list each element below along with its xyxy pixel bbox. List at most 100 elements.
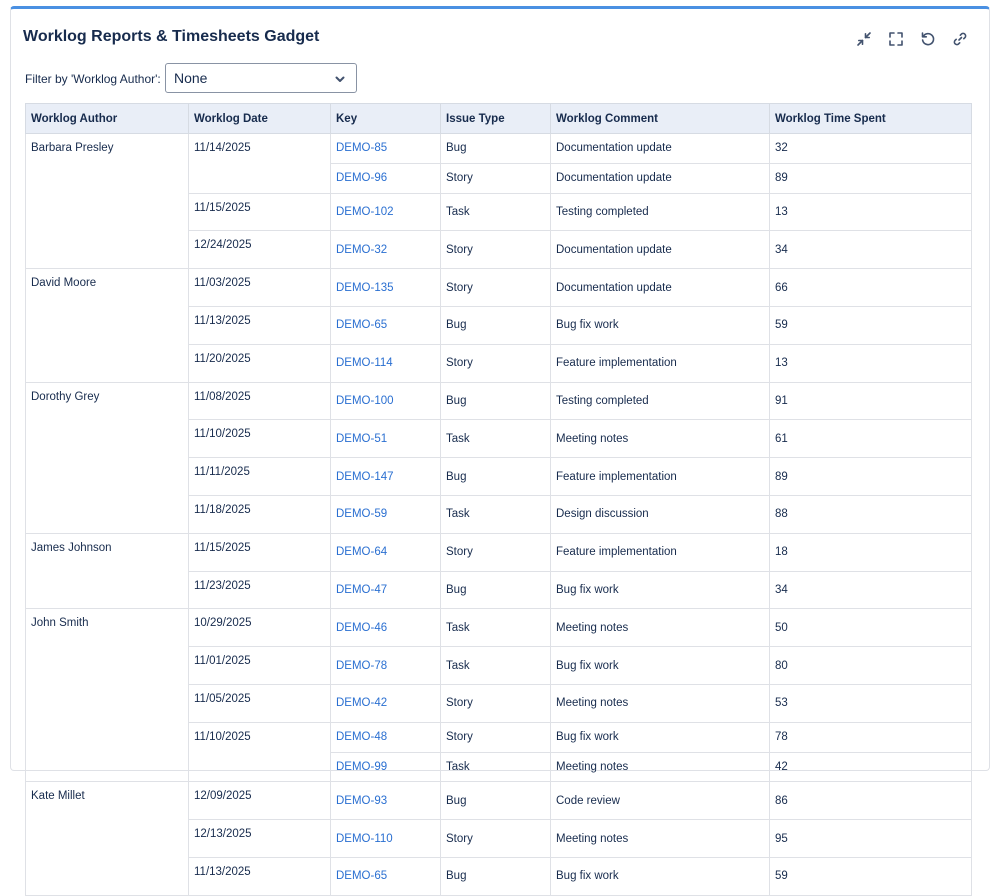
cell-worklog-author: Dorothy Grey	[25, 381, 189, 534]
cell-issue-key-link[interactable]: DEMO-51	[330, 419, 441, 459]
cell-worklog-date: 12/13/2025	[188, 819, 331, 858]
cell-issue-type: Story	[440, 532, 551, 572]
header-worklog-date[interactable]: Worklog Date	[188, 103, 331, 134]
cell-issue-key-link[interactable]: DEMO-93	[330, 781, 441, 821]
cell-issue-type: Task	[440, 494, 551, 534]
cell-worklog-time-spent: 42	[769, 751, 972, 783]
cell-issue-key-link[interactable]: DEMO-42	[330, 683, 441, 723]
cell-worklog-time-spent: 80	[769, 646, 972, 685]
cell-worklog-comment: Meeting notes	[550, 419, 770, 459]
table-row: John Smith 10/29/2025 DEMO-46 Task Meeting n…	[25, 608, 972, 783]
cell-issue-type: Task	[440, 419, 551, 459]
cell-issue-type: Story	[440, 162, 551, 194]
cell-issue-key-link[interactable]: DEMO-46	[330, 608, 441, 648]
cell-worklog-time-spent: 53	[769, 683, 972, 723]
header-key[interactable]: Key	[330, 103, 441, 134]
table-row: David Moore 11/03/2025 DEMO-135 Story Docume…	[25, 268, 972, 383]
cell-worklog-date: 11/08/2025	[188, 381, 331, 421]
cell-issue-key-link[interactable]: DEMO-32	[330, 230, 441, 270]
cell-issue-key-link[interactable]: DEMO-147	[330, 457, 441, 496]
header-worklog-comment[interactable]: Worklog Comment	[550, 103, 770, 134]
cell-issue-type: Story	[440, 683, 551, 723]
cell-worklog-time-spent: 95	[769, 819, 972, 858]
cell-worklog-time-spent: 34	[769, 570, 972, 610]
cell-worklog-time-spent: 86	[769, 781, 972, 821]
cell-worklog-time-spent: 89	[769, 162, 972, 194]
cell-worklog-author: James Johnson	[25, 532, 189, 610]
refresh-icon[interactable]	[917, 28, 939, 50]
cell-issue-type: Task	[440, 751, 551, 783]
cell-issue-key-link[interactable]: DEMO-99	[330, 751, 441, 783]
filter-label: Filter by 'Worklog Author':	[25, 72, 161, 86]
cell-issue-key-link[interactable]: DEMO-85	[330, 133, 441, 164]
cell-worklog-date: 11/01/2025	[188, 646, 331, 685]
cell-issue-type: Bug	[440, 305, 551, 345]
cell-worklog-comment: Meeting notes	[550, 751, 770, 783]
cell-issue-type: Task	[440, 646, 551, 685]
cell-worklog-author: Barbara Presley	[25, 132, 189, 270]
cell-issue-key-link[interactable]: DEMO-135	[330, 268, 441, 307]
cell-issue-key-link[interactable]: DEMO-65	[330, 305, 441, 345]
cell-worklog-time-spent: 89	[769, 457, 972, 496]
header-worklog-time-spent[interactable]: Worklog Time Spent	[769, 103, 972, 134]
table-body: Barbara Presley 11/14/2025 DEMO-85 Bug Docum…	[25, 132, 972, 896]
cell-issue-key-link[interactable]: DEMO-114	[330, 343, 441, 383]
cell-issue-type: Story	[440, 721, 551, 753]
cell-worklog-time-spent: 78	[769, 721, 972, 753]
cell-issue-type: Story	[440, 343, 551, 383]
cell-worklog-comment: Documentation update	[550, 230, 770, 270]
cell-issue-type: Bug	[440, 133, 551, 164]
table-row: Barbara Presley 11/14/2025 DEMO-85 Bug Docum…	[25, 132, 972, 270]
cell-worklog-time-spent: 88	[769, 494, 972, 534]
cell-issue-key-link[interactable]: DEMO-78	[330, 646, 441, 685]
cell-worklog-time-spent: 50	[769, 608, 972, 648]
cell-issue-type: Bug	[440, 457, 551, 496]
cell-issue-type: Story	[440, 819, 551, 858]
cell-worklog-date: 11/15/2025	[188, 532, 331, 572]
cell-worklog-time-spent: 34	[769, 230, 972, 270]
cell-issue-key-link[interactable]: DEMO-65	[330, 856, 441, 896]
cell-issue-key-link[interactable]: DEMO-100	[330, 381, 441, 421]
cell-worklog-comment: Bug fix work	[550, 721, 770, 753]
worklog-gadget: Worklog Reports & Timesheets Gadget Filt…	[10, 6, 990, 896]
cell-worklog-date: 11/10/2025	[188, 721, 331, 783]
cell-worklog-comment: Bug fix work	[550, 570, 770, 610]
cell-worklog-author: Kate Millet	[25, 781, 189, 896]
fullscreen-icon[interactable]	[885, 28, 907, 50]
cell-worklog-time-spent: 59	[769, 305, 972, 345]
collapse-icon[interactable]	[853, 28, 875, 50]
cell-issue-type: Task	[440, 192, 551, 232]
table-row: James Johnson 11/15/2025 DEMO-64 Story Featu…	[25, 532, 972, 610]
header-issue-type[interactable]: Issue Type	[440, 103, 551, 134]
cell-worklog-date: 11/11/2025	[188, 457, 331, 496]
cell-issue-key-link[interactable]: DEMO-102	[330, 192, 441, 232]
cell-worklog-comment: Design discussion	[550, 494, 770, 534]
cell-worklog-comment: Testing completed	[550, 192, 770, 232]
cell-worklog-comment: Documentation update	[550, 133, 770, 164]
cell-worklog-comment: Meeting notes	[550, 819, 770, 858]
cell-worklog-time-spent: 13	[769, 192, 972, 232]
cell-worklog-date: 12/09/2025	[188, 781, 331, 821]
cell-worklog-date: 10/29/2025	[188, 608, 331, 648]
cell-issue-key-link[interactable]: DEMO-59	[330, 494, 441, 534]
cell-issue-key-link[interactable]: DEMO-47	[330, 570, 441, 610]
cell-worklog-time-spent: 91	[769, 381, 972, 421]
cell-worklog-date: 11/18/2025	[188, 494, 331, 534]
cell-worklog-comment: Feature implementation	[550, 457, 770, 496]
cell-worklog-comment: Bug fix work	[550, 305, 770, 345]
cell-issue-key-link[interactable]: DEMO-64	[330, 532, 441, 572]
cell-worklog-comment: Meeting notes	[550, 608, 770, 648]
author-filter-value: None	[174, 70, 208, 86]
cell-issue-type: Story	[440, 268, 551, 307]
cell-issue-key-link[interactable]: DEMO-48	[330, 721, 441, 753]
header-worklog-author[interactable]: Worklog Author	[25, 103, 189, 134]
cell-worklog-date: 11/15/2025	[188, 192, 331, 232]
cell-worklog-time-spent: 66	[769, 268, 972, 307]
author-filter-select[interactable]: None	[165, 63, 357, 93]
link-icon[interactable]	[949, 28, 971, 50]
chevron-down-icon	[334, 72, 346, 84]
cell-issue-type: Story	[440, 230, 551, 270]
cell-worklog-date: 11/14/2025	[188, 133, 331, 194]
cell-issue-key-link[interactable]: DEMO-110	[330, 819, 441, 858]
cell-issue-key-link[interactable]: DEMO-96	[330, 162, 441, 194]
